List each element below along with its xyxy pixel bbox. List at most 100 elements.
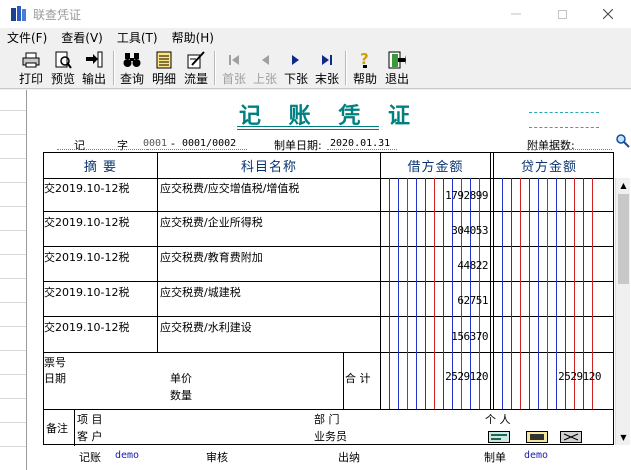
- help-icon: ?: [355, 51, 375, 69]
- department-label: 部 门: [314, 413, 340, 426]
- bookkeeper-value: demo: [115, 450, 140, 461]
- card-icon[interactable]: [488, 431, 510, 443]
- first-button[interactable]: 首张: [218, 49, 250, 87]
- maximize-icon: [557, 9, 567, 19]
- preview-button[interactable]: 预览: [47, 49, 79, 87]
- total-credit: 2529120: [558, 370, 601, 383]
- entry-2-summary[interactable]: 交2019.10-12税: [44, 214, 129, 230]
- voucher-date[interactable]: 2020.01.31: [330, 138, 390, 149]
- last-icon: [317, 51, 337, 69]
- memo-label: 备注: [46, 422, 68, 435]
- maximize-button[interactable]: [539, 0, 585, 28]
- toolbar: 打印 预览 输出 查询 明细 流量 首张 上张 下张 末张 ? 帮助 退出: [0, 47, 631, 89]
- cashier-label: 出纳: [338, 451, 360, 464]
- header-debit: 借方金额: [407, 160, 464, 175]
- menu-bar: 文件(F) 查看(V) 工具(T) 帮助(H): [0, 28, 631, 47]
- menu-tools[interactable]: 工具(T): [117, 29, 158, 46]
- app-icon: [11, 6, 27, 22]
- exit-button[interactable]: 退出: [381, 49, 413, 87]
- entry-4-summary[interactable]: 交2019.10-12税: [44, 284, 129, 300]
- exit-icon: [387, 51, 407, 69]
- menu-file[interactable]: 文件(F): [7, 29, 47, 46]
- flow-button[interactable]: 流量: [180, 49, 212, 87]
- prev-button[interactable]: 上张: [249, 49, 281, 87]
- exit-label: 退出: [384, 72, 409, 86]
- entry-3-debit[interactable]: 44822: [384, 259, 488, 272]
- minimize-button[interactable]: [493, 0, 539, 28]
- scroll-up-icon[interactable]: ▲: [616, 178, 631, 193]
- query-label: 查询: [119, 72, 144, 86]
- preparer-label: 制单: [484, 451, 506, 464]
- project-label: 项 目: [77, 413, 103, 426]
- help-button[interactable]: ? 帮助: [349, 49, 381, 87]
- print-button[interactable]: 打印: [15, 49, 47, 87]
- preview-label: 预览: [50, 72, 75, 86]
- auditor-label: 审核: [206, 451, 228, 464]
- help-label: 帮助: [352, 72, 377, 86]
- first-icon: [224, 51, 244, 69]
- header-credit: 贷方金额: [520, 160, 577, 175]
- menu-view[interactable]: 查看(V): [61, 29, 103, 46]
- printer-icon: [21, 51, 41, 69]
- next-button[interactable]: 下张: [280, 49, 312, 87]
- flow-icon: [186, 51, 206, 69]
- entry-1-debit[interactable]: 1792899: [384, 189, 488, 202]
- unit-price-label: 单价: [170, 372, 192, 385]
- first-label: 首张: [221, 72, 246, 86]
- preparer-value: demo: [524, 450, 549, 461]
- ticket-date-label: 日期: [44, 372, 66, 385]
- detail-icon: [154, 51, 174, 69]
- title-bar: 联查凭证: [0, 0, 631, 28]
- preview-icon: [53, 51, 73, 69]
- close-button[interactable]: [585, 0, 631, 28]
- query-button[interactable]: 查询: [116, 49, 148, 87]
- calculator-icon[interactable]: [560, 431, 582, 443]
- prev-label: 上张: [252, 72, 277, 86]
- voucher-type[interactable]: 记: [74, 137, 85, 153]
- ticket-no-label: 票号: [44, 356, 66, 369]
- entry-3-account[interactable]: 应交税费/教育费附加: [160, 249, 263, 265]
- scroll-down-icon[interactable]: ▼: [616, 430, 631, 445]
- minimize-icon: [511, 13, 521, 15]
- entry-5-debit[interactable]: 156370: [384, 330, 488, 343]
- voucher-number[interactable]: 0001: [143, 138, 167, 149]
- salesperson-label: 业务员: [314, 430, 347, 443]
- bookkeeper-label: 记账: [79, 451, 101, 464]
- entry-2-account[interactable]: 应交税费/企业所得税: [160, 214, 263, 230]
- export-icon: [84, 51, 104, 69]
- next-label: 下张: [283, 72, 308, 86]
- export-label: 输出: [81, 72, 106, 86]
- entry-2-debit[interactable]: 304053: [384, 224, 488, 237]
- voucher-window: 联查凭证 文件(F) 查看(V) 工具(T) 帮助(H) 打印 预览 输出 查询…: [0, 0, 631, 470]
- grid-scrollbar[interactable]: ▲ ▼: [615, 178, 630, 445]
- entry-1-summary[interactable]: 交2019.10-12税: [44, 180, 129, 196]
- entry-5-summary[interactable]: 交2019.10-12税: [44, 319, 129, 335]
- date-label: 制单日期:: [274, 139, 322, 152]
- binoculars-icon: [122, 51, 142, 69]
- close-icon: [603, 9, 613, 19]
- entry-1-account[interactable]: 应交税费/应交增值税/增值税: [160, 180, 299, 196]
- entry-3-summary[interactable]: 交2019.10-12税: [44, 249, 129, 265]
- header-account: 科目名称: [240, 160, 297, 175]
- entry-5-account[interactable]: 应交税费/水利建设: [160, 319, 252, 335]
- customer-label: 客 户: [77, 430, 103, 443]
- voucher-form: 记 账 凭 证 记 字 0001 - 0001/0002 制单日期: 2020.…: [26, 90, 631, 470]
- entry-4-debit[interactable]: 62751: [384, 294, 488, 307]
- prev-icon: [255, 51, 275, 69]
- detail-label: 明细: [151, 72, 176, 86]
- search-icon[interactable]: [616, 134, 630, 148]
- menu-help[interactable]: 帮助(H): [172, 29, 214, 46]
- next-icon: [286, 51, 306, 69]
- detail-button[interactable]: 明细: [148, 49, 180, 87]
- last-button[interactable]: 末张: [311, 49, 343, 87]
- individual-label: 个 人: [485, 413, 511, 426]
- entry-4-account[interactable]: 应交税费/城建税: [160, 284, 241, 300]
- flow-label: 流量: [183, 72, 208, 86]
- export-button[interactable]: 输出: [78, 49, 110, 87]
- quantity-label: 数量: [170, 389, 192, 402]
- total-label: 合 计: [345, 372, 371, 385]
- ledger-icon[interactable]: [526, 431, 548, 443]
- voucher-grid: 摘 要 科目名称 借方金额 贷方金额 交2019.10-12税 应交税费/应交增…: [43, 152, 614, 446]
- scroll-thumb[interactable]: [618, 194, 629, 284]
- last-label: 末张: [314, 72, 339, 86]
